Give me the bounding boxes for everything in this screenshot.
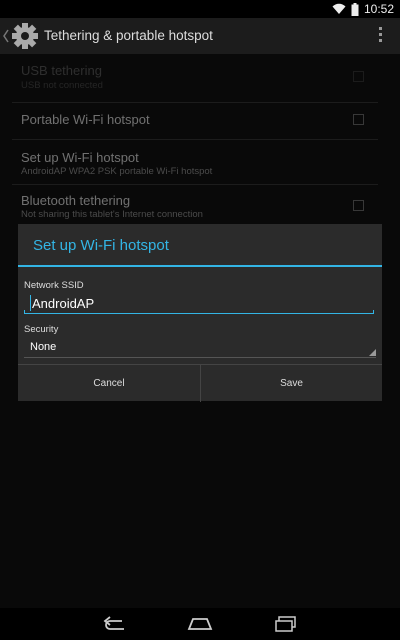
- status-clock: 10:52: [363, 2, 394, 16]
- dialog-title: Set up Wi-Fi hotspot: [33, 237, 169, 254]
- action-bar: Tethering & portable hotspot: [0, 18, 400, 54]
- security-value: None: [30, 341, 57, 353]
- ssid-label: Network SSID: [24, 280, 84, 291]
- dialog-button-bar: Cancel Save: [18, 364, 382, 402]
- setup-hotspot-dialog: Set up Wi-Fi hotspot Network SSID Androi…: [18, 224, 382, 402]
- security-label: Security: [24, 324, 59, 335]
- security-underline: [24, 357, 376, 358]
- recents-nav-icon[interactable]: [271, 614, 301, 634]
- status-bar: 10:52: [0, 0, 400, 18]
- ssid-value: AndroidAP: [32, 296, 95, 311]
- home-nav-icon[interactable]: [185, 614, 215, 634]
- ssid-underline-right: [373, 310, 374, 314]
- overflow-menu-icon[interactable]: [378, 27, 384, 45]
- security-spinner[interactable]: None: [24, 338, 376, 358]
- wifi-icon: [332, 3, 346, 14]
- back-nav-icon[interactable]: [100, 614, 130, 634]
- ssid-underline-left: [24, 310, 25, 314]
- save-button[interactable]: Save: [201, 365, 382, 402]
- up-caret-icon[interactable]: [2, 28, 10, 44]
- dialog-title-divider: [18, 265, 382, 267]
- page-title: Tethering & portable hotspot: [44, 28, 213, 43]
- navigation-bar: [0, 608, 400, 640]
- ssid-input[interactable]: AndroidAP: [24, 294, 374, 314]
- ssid-underline: [24, 313, 374, 314]
- battery-icon: [351, 2, 359, 16]
- cancel-button[interactable]: Cancel: [18, 365, 200, 402]
- gear-icon[interactable]: [10, 21, 40, 51]
- dropdown-triangle-icon: [369, 349, 376, 356]
- text-cursor: [30, 295, 31, 311]
